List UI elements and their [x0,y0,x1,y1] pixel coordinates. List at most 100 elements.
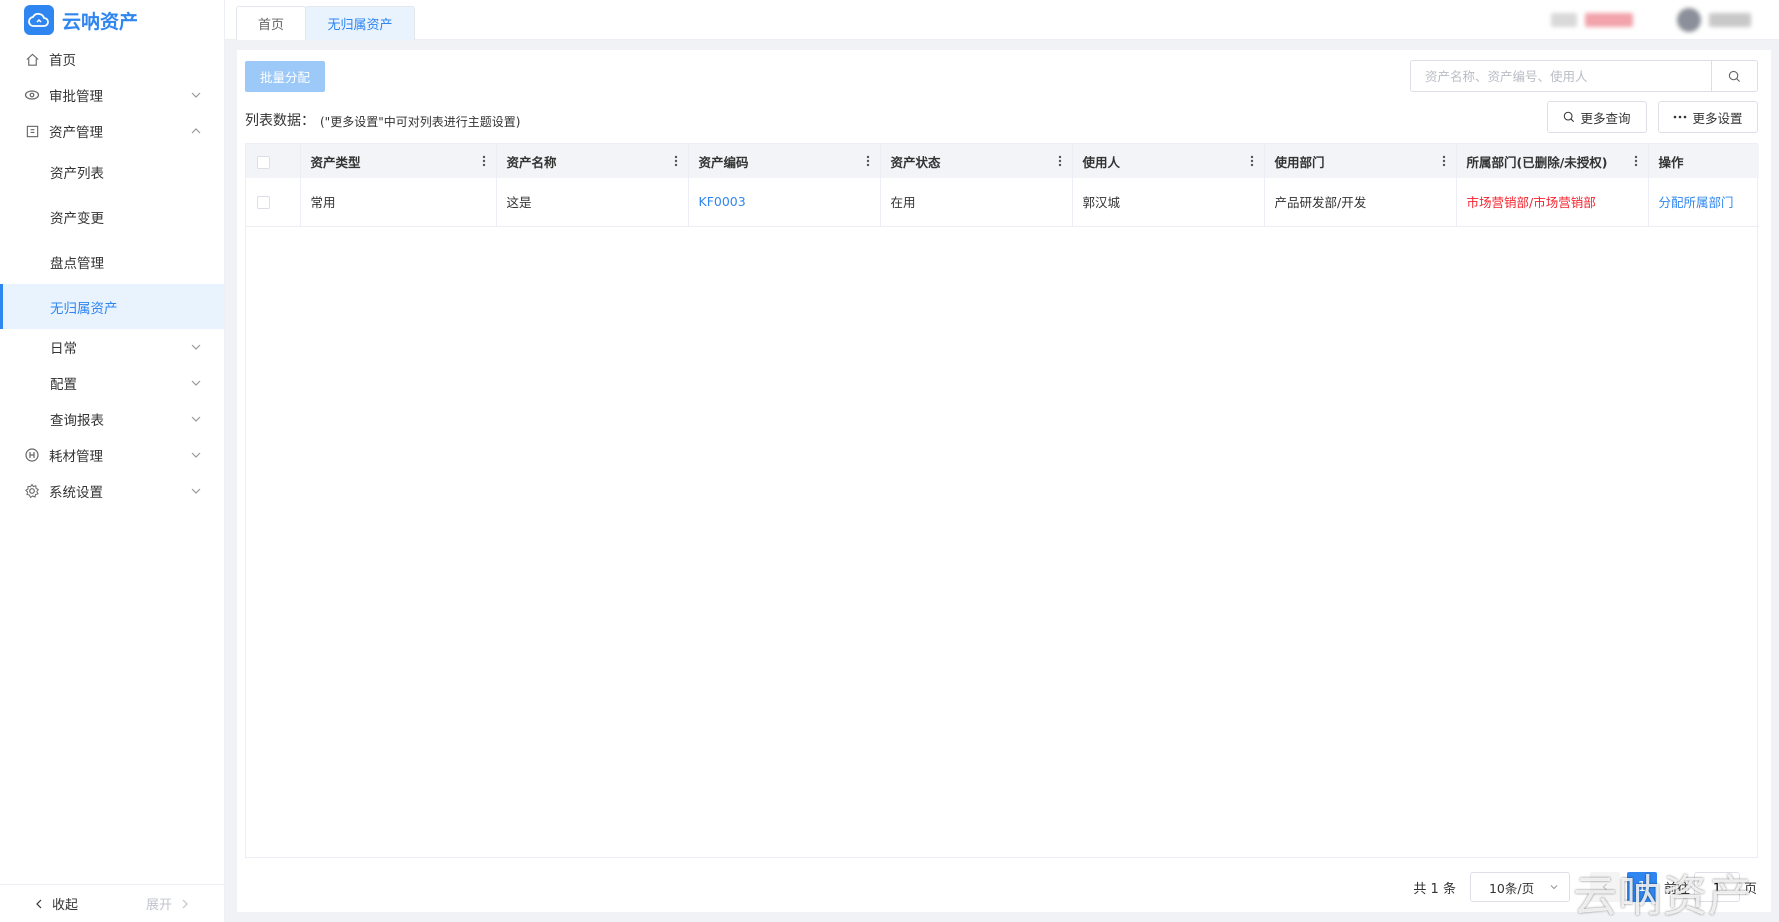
column-header-user-dept[interactable]: 使用部门 [1264,144,1457,178]
cell-asset-name: 这是 [496,178,689,226]
user-area[interactable] [1551,8,1751,32]
column-label: 使用部门 [1274,154,1325,170]
pagination: 共 1 条 10条/页 1 前往 页 [1413,872,1771,902]
tab-label: 无归属资产 [327,18,393,33]
top-bar: 首页 无归属资产 [225,0,1779,40]
column-header-user[interactable]: 使用人 [1072,144,1265,178]
collapse-button[interactable]: 收起 [0,885,112,922]
more-query-button[interactable]: 更多查询 [1547,101,1647,133]
asset-code-link[interactable]: KF0003 [688,178,881,226]
column-label: 资产编码 [698,154,749,170]
app-name: 云呐资产 [62,10,139,33]
page-suffix: 页 [1743,881,1757,897]
column-header-asset-type[interactable]: 资产类型 [300,144,497,178]
page-size-value: 10条/页 [1488,880,1535,896]
table-row[interactable]: 常用 这是 KF0003 在用 郭汉城 产品研发部/开发 市场营销部/市场营销部… [246,178,1759,226]
cell-user-dept: 产品研发部/开发 [1264,178,1457,226]
column-header-asset-status[interactable]: 资产状态 [880,144,1073,178]
prev-page-button[interactable] [1589,872,1620,902]
column-header-action: 操作 [1648,144,1759,178]
column-label: 资产状态 [890,154,941,170]
chevron-down-icon [191,452,201,458]
column-menu-icon[interactable] [866,155,870,167]
chevron-right-icon [182,899,188,908]
cell-user: 郭汉城 [1072,178,1265,226]
main-card: 批量分配 列表数据： ("更多设置"中可对列表进行主题设置) 更多查询 更多设置… [237,50,1771,912]
chevron-down-icon [191,416,201,422]
sidebar-item-daily[interactable]: 日常 [0,329,224,365]
sidebar-item-config[interactable]: 配置 [0,365,224,401]
list-hint: ("更多设置"中可对列表进行主题设置) [320,115,521,129]
sidebar-item-unowned-assets[interactable]: 无归属资产 [0,284,224,329]
search-button[interactable] [1711,61,1757,91]
assign-dept-link[interactable]: 分配所属部门 [1648,178,1759,226]
sidebar-item-inventory[interactable]: 盘点管理 [0,239,224,284]
chevron-down-icon [191,344,201,350]
blurred-info [1551,13,1577,27]
sidebar-item-asset-change[interactable]: 资产变更 [0,194,224,239]
tab-home[interactable]: 首页 [236,6,306,40]
sidebar-item-label: 审批管理 [49,89,103,105]
column-menu-icon[interactable] [1442,155,1446,167]
sidebar-item-approval[interactable]: 审批管理 [0,77,224,113]
page-number-current[interactable]: 1 [1626,872,1657,902]
gear-icon [24,483,40,499]
cloud-logo-icon [24,5,54,35]
chevron-down-icon [1550,885,1558,890]
column-header-owner-dept[interactable]: 所属部门(已删除/未授权) [1456,144,1649,178]
select-all-checkbox[interactable] [257,155,270,169]
goto-label: 前往 [1663,881,1690,897]
search-icon [1564,111,1575,123]
cell-owner-dept: 市场营销部/市场营销部 [1456,178,1649,226]
row-checkbox-cell [246,178,301,226]
more-query-label: 更多查询 [1580,110,1631,126]
expand-button[interactable]: 展开 [112,885,224,922]
search-input[interactable] [1411,61,1711,91]
app-logo[interactable]: 云呐资产 [0,0,224,40]
column-menu-icon[interactable] [1058,155,1062,167]
column-label: 操作 [1658,154,1684,170]
sidebar-item-label: 资产列表 [50,165,104,182]
sidebar: 云呐资产 首页 审批管理 资产管理 资产列表 资产变更 盘点管理 无归属资产 日… [0,0,225,922]
sidebar-item-asset-management[interactable]: 资产管理 [0,113,224,149]
home-icon [24,51,40,67]
column-menu-icon[interactable] [1250,155,1254,167]
tab-unowned-assets[interactable]: 无归属资产 [305,6,415,40]
sidebar-item-label: 日常 [50,341,77,357]
sidebar-item-label: 耗材管理 [49,449,103,465]
column-menu-icon[interactable] [674,155,678,167]
sidebar-item-home[interactable]: 首页 [0,41,224,77]
sidebar-item-label: 配置 [50,377,77,393]
ellipsis-icon [1674,115,1687,119]
goto-page-input[interactable] [1693,872,1740,902]
batch-assign-button[interactable]: 批量分配 [245,61,325,92]
sidebar-item-label: 资产管理 [49,125,103,141]
search-box [1410,60,1758,92]
column-header-asset-name[interactable]: 资产名称 [496,144,689,178]
row-checkbox[interactable] [257,196,270,210]
chevron-left-icon [36,899,42,908]
table-header-row: 资产类型 资产名称 资产编码 资产状态 使用人 使用部门 所属部门(已删除/未授… [246,144,1759,178]
sidebar-item-consumables[interactable]: 耗材管理 [0,437,224,473]
column-menu-icon[interactable] [1634,155,1638,167]
search-icon [1728,70,1741,82]
blurred-badge [1585,13,1633,27]
header-checkbox-cell [246,144,301,178]
pagination-total: 共 1 条 [1413,881,1456,897]
sidebar-item-label: 查询报表 [50,413,104,429]
cell-asset-status: 在用 [880,178,1073,226]
avatar[interactable] [1677,8,1701,32]
consumable-icon [24,447,40,463]
sidebar-item-asset-list[interactable]: 资产列表 [0,149,224,194]
asset-icon [24,123,40,139]
list-label: 列表数据： [245,113,315,129]
sidebar-item-reports[interactable]: 查询报表 [0,401,224,437]
column-header-asset-code[interactable]: 资产编码 [688,144,881,178]
page-size-select[interactable]: 10条/页 [1469,872,1570,902]
tab-label: 首页 [257,18,284,33]
sidebar-item-label: 盘点管理 [50,255,104,272]
more-settings-button[interactable]: 更多设置 [1658,101,1758,133]
column-menu-icon[interactable] [482,155,486,167]
cell-asset-type: 常用 [300,178,497,226]
sidebar-item-system-settings[interactable]: 系统设置 [0,473,224,509]
